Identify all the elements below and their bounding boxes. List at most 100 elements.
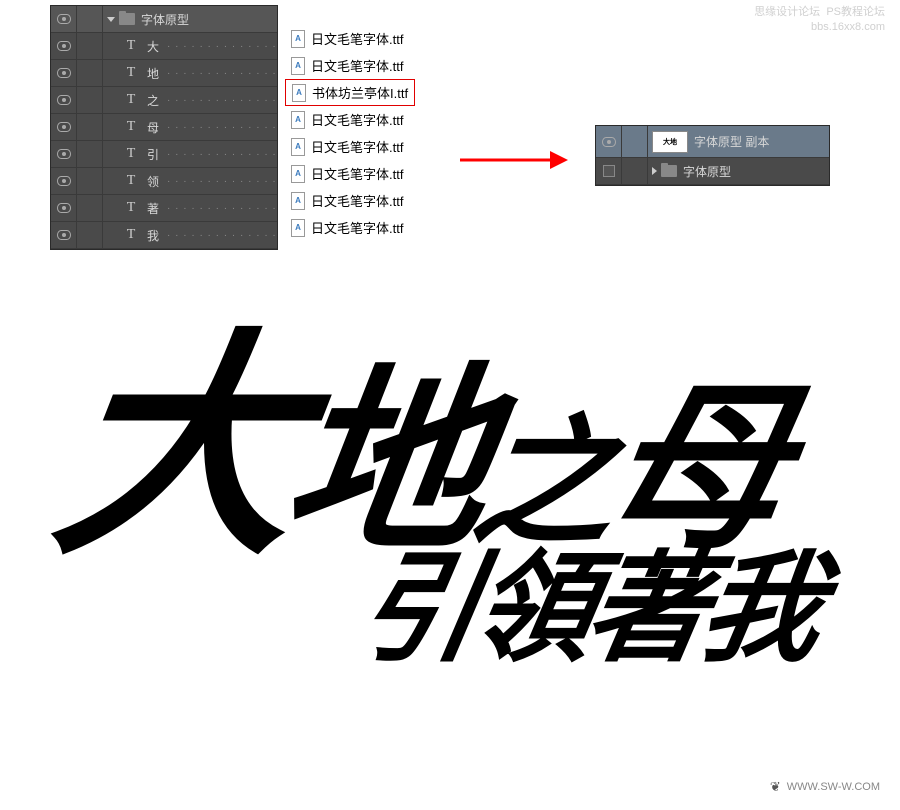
layer-dots: · · · · · · · · · · · · · · (159, 149, 277, 160)
visibility-toggle[interactable] (51, 222, 77, 248)
eye-icon (57, 41, 71, 51)
eye-icon (57, 14, 71, 24)
lock-column[interactable] (77, 60, 103, 86)
layer-name[interactable]: 我 (147, 227, 159, 244)
logo-icon: ❦ (770, 779, 781, 795)
text-layer-icon: T (123, 38, 139, 54)
eye-icon (57, 176, 71, 186)
watermark-bottom: ❦ WWW.SW-W.COM (770, 779, 880, 795)
text-layer-icon: T (123, 200, 139, 216)
font-file-icon: A (291, 219, 305, 237)
visibility-toggle[interactable] (596, 126, 622, 157)
font-file-name: 日文毛笔字体.ttf (311, 29, 403, 48)
visibility-toggle[interactable] (51, 141, 77, 167)
text-layer-icon: T (123, 227, 139, 243)
layer-name[interactable]: 著 (147, 200, 159, 217)
disclosure-triangle-icon[interactable] (652, 167, 657, 175)
lock-column[interactable] (77, 87, 103, 113)
arrow-icon (460, 145, 570, 175)
layer-group-header[interactable]: 字体原型 (51, 6, 277, 33)
text-layer-icon: T (123, 119, 139, 135)
font-file-item[interactable]: A 日文毛笔字体.ttf (285, 52, 415, 79)
layer-name[interactable]: 引 (147, 146, 159, 163)
visibility-toggle[interactable] (51, 60, 77, 86)
layer-row[interactable]: T 母 · · · · · · · · · · · · · · (51, 114, 277, 141)
text-layer-icon: T (123, 146, 139, 162)
font-file-item[interactable]: A 日文毛笔字体.ttf (285, 160, 415, 187)
font-file-name: 日文毛笔字体.ttf (311, 110, 403, 129)
visibility-toggle[interactable] (51, 33, 77, 59)
visibility-toggle[interactable] (596, 158, 622, 184)
watermark-top: 思缘设计论坛 PS教程论坛 bbs.16xx8.com (754, 5, 885, 36)
layer-row[interactable]: T 大 · · · · · · · · · · · · · · (51, 33, 277, 60)
lock-column[interactable] (77, 222, 103, 248)
font-file-item[interactable]: A 日文毛笔字体.ttf (285, 214, 415, 241)
font-file-item[interactable]: A 书体坊兰亭体I.ttf (285, 79, 415, 106)
visibility-toggle[interactable] (51, 195, 77, 221)
visibility-toggle[interactable] (51, 87, 77, 113)
font-file-item[interactable]: A 日文毛笔字体.ttf (285, 106, 415, 133)
layer-dots: · · · · · · · · · · · · · · (159, 68, 277, 79)
layer-dots: · · · · · · · · · · · · · · (159, 41, 277, 52)
text-layer-icon: T (123, 173, 139, 189)
font-file-name: 日文毛笔字体.ttf (311, 218, 403, 237)
font-file-icon: A (291, 138, 305, 156)
lock-column[interactable] (622, 158, 648, 184)
font-file-item[interactable]: A 日文毛笔字体.ttf (285, 187, 415, 214)
layer-name[interactable]: 字体原型 副本 (694, 133, 769, 150)
visibility-toggle[interactable] (51, 114, 77, 140)
layer-thumbnail: 大地 (652, 131, 688, 153)
eye-icon (602, 137, 616, 147)
layer-name[interactable]: 之 (147, 92, 159, 109)
lock-column[interactable] (77, 33, 103, 59)
layer-row-smartobject[interactable]: 大地 字体原型 副本 (596, 126, 829, 158)
font-file-name: 日文毛笔字体.ttf (311, 164, 403, 183)
text-layer-icon: T (123, 92, 139, 108)
font-file-item[interactable]: A 日文毛笔字体.ttf (285, 133, 415, 160)
lock-column[interactable] (77, 195, 103, 221)
eye-icon (57, 203, 71, 213)
font-file-name: 书体坊兰亭体I.ttf (312, 83, 408, 102)
layer-row[interactable]: T 地 · · · · · · · · · · · · · · (51, 60, 277, 87)
font-file-icon: A (291, 165, 305, 183)
eye-icon (57, 149, 71, 159)
folder-icon (119, 13, 135, 25)
font-file-icon: A (291, 192, 305, 210)
layer-dots: · · · · · · · · · · · · · · (159, 176, 277, 187)
font-file-icon: A (291, 57, 305, 75)
visibility-off-icon (603, 165, 615, 177)
layer-dots: · · · · · · · · · · · · · · (159, 230, 277, 241)
calligraphy-artwork: 大地之母 引領著我 (60, 330, 860, 670)
eye-icon (57, 95, 71, 105)
font-file-name: 日文毛笔字体.ttf (311, 191, 403, 210)
disclosure-triangle-icon[interactable] (107, 17, 115, 22)
layer-name[interactable]: 领 (147, 173, 159, 190)
text-layer-icon: T (123, 65, 139, 81)
layer-row[interactable]: T 之 · · · · · · · · · · · · · · (51, 87, 277, 114)
layer-row[interactable]: T 我 · · · · · · · · · · · · · · (51, 222, 277, 249)
font-file-icon: A (291, 111, 305, 129)
layer-row[interactable]: T 引 · · · · · · · · · · · · · · (51, 141, 277, 168)
layer-name[interactable]: 大 (147, 38, 159, 55)
layer-name[interactable]: 地 (147, 65, 159, 82)
folder-icon (661, 165, 677, 177)
lock-column[interactable] (77, 114, 103, 140)
group-name[interactable]: 字体原型 (141, 11, 189, 28)
layer-name[interactable]: 字体原型 (683, 163, 731, 180)
layer-row[interactable]: T 著 · · · · · · · · · · · · · · (51, 195, 277, 222)
font-file-item[interactable]: A 日文毛笔字体.ttf (285, 25, 415, 52)
layer-row[interactable]: T 领 · · · · · · · · · · · · · · (51, 168, 277, 195)
lock-column[interactable] (77, 6, 103, 32)
font-file-name: 日文毛笔字体.ttf (311, 56, 403, 75)
lock-column[interactable] (622, 126, 648, 157)
lock-column[interactable] (77, 141, 103, 167)
calligraphy-line1: 大地之母 (43, 330, 877, 570)
eye-icon (57, 230, 71, 240)
layer-name[interactable]: 母 (147, 119, 159, 136)
visibility-toggle[interactable] (51, 6, 77, 32)
lock-column[interactable] (77, 168, 103, 194)
layer-row-folder[interactable]: 字体原型 (596, 158, 829, 185)
font-file-name: 日文毛笔字体.ttf (311, 137, 403, 156)
visibility-toggle[interactable] (51, 168, 77, 194)
font-file-icon: A (292, 84, 306, 102)
